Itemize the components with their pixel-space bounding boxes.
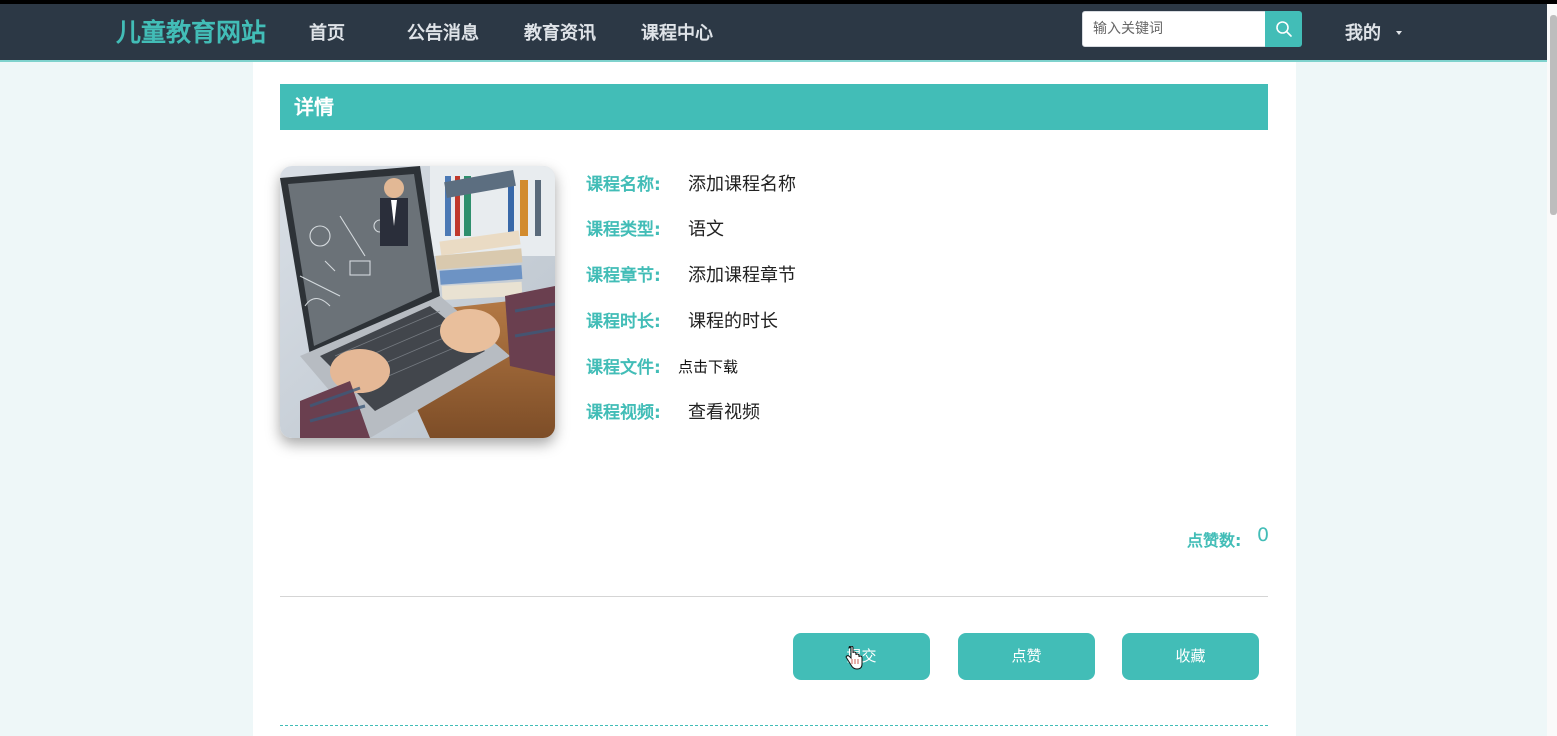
- course-chapter-value: 添加课程章节: [688, 265, 796, 286]
- course-video-label: 课程视频:: [586, 403, 661, 423]
- course-type-value: 语文: [688, 219, 724, 240]
- nav-home[interactable]: 首页: [309, 19, 345, 45]
- download-link[interactable]: 点击下载: [678, 356, 738, 377]
- pointer-cursor-icon: [845, 646, 863, 670]
- search-icon: [1275, 21, 1292, 37]
- nav-announcements[interactable]: 公告消息: [407, 19, 479, 45]
- chevron-down-icon[interactable]: [1396, 31, 1402, 35]
- detail-title: 详情: [280, 84, 1268, 130]
- course-type-label: 课程类型:: [586, 220, 661, 240]
- like-count-value: 0: [1257, 524, 1270, 546]
- site-logo[interactable]: 儿童教育网站: [116, 13, 266, 49]
- nav-education-news[interactable]: 教育资讯: [524, 19, 596, 45]
- favorite-button[interactable]: 收藏: [1122, 633, 1259, 680]
- view-video-link[interactable]: 查看视频: [688, 398, 760, 424]
- search-button[interactable]: [1265, 11, 1302, 47]
- nav-course-center[interactable]: 课程中心: [641, 19, 713, 45]
- course-chapter-label: 课程章节:: [586, 266, 661, 286]
- dashed-divider: [280, 725, 1268, 726]
- course-name-value: 添加课程名称: [688, 174, 796, 195]
- user-menu[interactable]: 我的: [1345, 19, 1381, 45]
- course-image: [280, 166, 555, 438]
- course-name-label: 课程名称:: [586, 175, 661, 195]
- divider: [280, 596, 1268, 597]
- search-input[interactable]: [1082, 11, 1266, 47]
- like-count-label: 点赞数:: [1187, 531, 1242, 550]
- course-file-label: 课程文件:: [586, 358, 661, 378]
- scrollbar-thumb[interactable]: [1550, 15, 1557, 215]
- like-button[interactable]: 点赞: [958, 633, 1095, 680]
- course-duration-label: 课程时长:: [586, 312, 661, 332]
- course-duration-value: 课程的时长: [688, 311, 778, 332]
